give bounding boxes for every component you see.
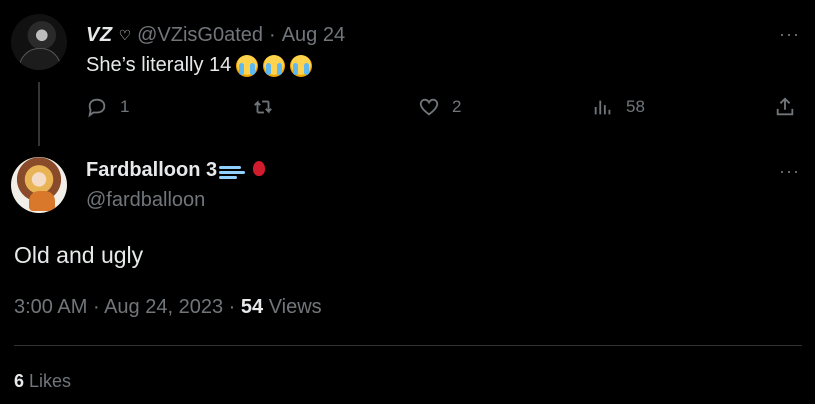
retweet-button[interactable] [252, 96, 286, 118]
reply-action-bar: 1 2 58 [86, 96, 798, 126]
reply-count: 1 [120, 97, 130, 116]
likes-summary[interactable]: 6 Likes [14, 371, 71, 392]
like-count: 2 [452, 97, 462, 116]
share-button[interactable] [774, 96, 796, 118]
likes-count: 6 [14, 371, 25, 391]
retweet-icon [254, 100, 272, 114]
thread-connector-line [38, 82, 40, 146]
main-author-handle[interactable]: @fardballoon [86, 189, 205, 212]
reply-more-options-icon[interactable]: ··· [779, 24, 800, 45]
view-count: 58 [626, 97, 645, 116]
balloon-icon [253, 161, 266, 176]
like-button[interactable]: 2 [418, 96, 461, 118]
divider [14, 345, 802, 346]
tweet-time[interactable]: 3:00 AM [14, 296, 87, 318]
tweet-metadata: 3:00 AM · Aug 24, 2023 · 54 Views [14, 296, 322, 319]
likes-label: Likes [29, 371, 72, 391]
heart-outline-icon: ♡ [118, 26, 132, 43]
loudly-crying-face-icon [263, 54, 286, 77]
heart-icon [419, 98, 439, 116]
reply-text-row: She’s literally 14 [86, 54, 313, 77]
reply-bubble-icon [88, 98, 106, 118]
header-separator: · [269, 23, 276, 46]
reply-header: VZ ♡ @VZisG0ated · Aug 24 [86, 22, 345, 48]
loudly-crying-face-icon [290, 54, 313, 77]
dashing-away-icon [219, 161, 246, 181]
views-label: Views [268, 296, 322, 318]
meta-separator: · [92, 296, 100, 318]
reply-author-handle[interactable]: @VZisG0ated [137, 24, 263, 47]
main-author-avatar[interactable] [11, 157, 67, 213]
main-tweet-text: Old and ugly [14, 242, 144, 268]
reply-date[interactable]: Aug 24 [282, 24, 345, 47]
main-author-name-row[interactable]: Fardballoon 3 [86, 159, 266, 182]
reply-text: She’s literally 14 [86, 54, 232, 76]
share-upload-icon [776, 97, 794, 116]
meta-separator: · [228, 296, 236, 318]
reply-button[interactable]: 1 [86, 96, 129, 118]
views-button[interactable]: 58 [592, 96, 645, 118]
main-more-options-icon[interactable]: ··· [779, 161, 800, 182]
tweet-date[interactable]: Aug 24, 2023 [104, 296, 223, 318]
reply-author-avatar[interactable] [11, 14, 67, 70]
loudly-crying-face-icon [236, 54, 259, 77]
main-author-name[interactable]: Fardballoon 3 [86, 159, 217, 182]
reply-author-name[interactable]: VZ [86, 24, 113, 47]
analytics-bar-chart-icon [594, 100, 611, 115]
views-count: 54 [240, 296, 264, 318]
